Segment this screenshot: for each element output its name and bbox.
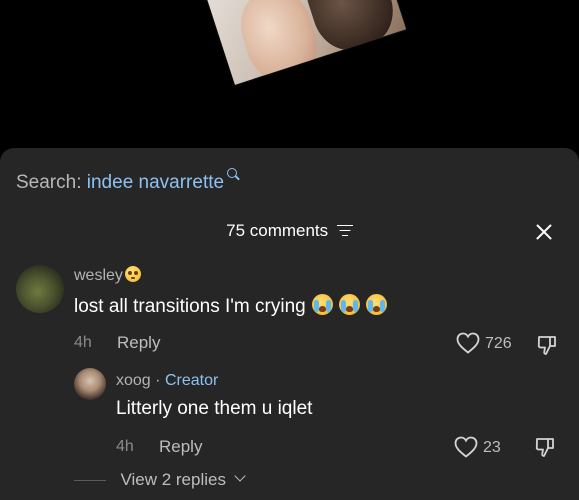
comment-username[interactable]: xoog · Creator (116, 372, 218, 390)
reply-button[interactable]: Reply (117, 333, 160, 353)
filter-icon[interactable] (336, 224, 353, 237)
chevron-down-icon[interactable] (234, 470, 247, 482)
search-term[interactable]: indee navarrette (87, 172, 224, 193)
search-suggestion[interactable]: Search: indee navarrette (16, 168, 240, 194)
comments-sheet: Search: indee navarrette 75 comments wes… (0, 148, 579, 500)
comment-text: lost all transitions I'm crying (74, 294, 387, 318)
reply-button[interactable]: Reply (159, 437, 202, 457)
view-replies-button[interactable]: View 2 replies (74, 470, 247, 490)
comment-time: 4h (74, 334, 92, 351)
dislike-icon[interactable] (534, 436, 556, 458)
search-label: Search: (16, 172, 82, 193)
like-count: 23 (483, 439, 501, 456)
comment-text: Litterly one them u iqlet (116, 398, 313, 419)
view-replies-label[interactable]: View 2 replies (120, 470, 226, 489)
comments-count: 75 comments (226, 220, 329, 240)
video-thumbnail (197, 0, 407, 85)
crying-face-emoji-icon (338, 294, 360, 315)
like-count: 726 (485, 335, 512, 352)
search-icon[interactable] (227, 168, 240, 181)
avatar[interactable] (74, 368, 106, 400)
avatar[interactable] (16, 265, 64, 313)
dislike-icon[interactable] (536, 334, 558, 356)
close-icon[interactable] (532, 220, 556, 244)
comment-time: 4h (116, 438, 134, 455)
comment-username[interactable]: wesley (74, 266, 141, 285)
crying-face-emoji-icon (311, 294, 333, 315)
username-separator: · (155, 372, 161, 389)
heart-icon[interactable] (454, 436, 478, 458)
video-preview[interactable] (0, 0, 579, 150)
crying-face-emoji-icon (365, 294, 387, 315)
comments-header: 75 comments (0, 220, 579, 241)
creator-badge: Creator (164, 372, 219, 389)
pleading-face-emoji-icon (124, 266, 141, 282)
heart-icon[interactable] (456, 332, 480, 354)
replies-divider (74, 479, 106, 481)
